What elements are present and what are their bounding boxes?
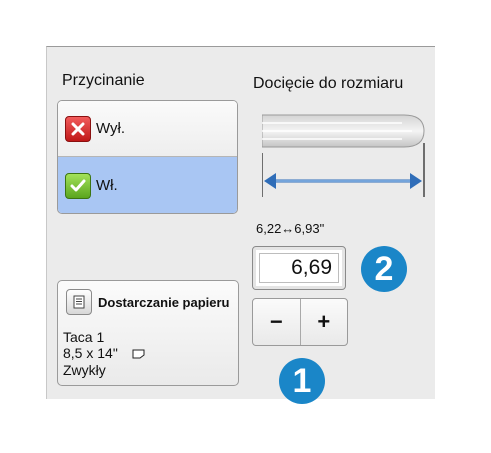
trimming-toggle-group: Wył. Wł.: [57, 100, 238, 214]
trim-to-size-title: Docięcie do rozmiaru: [253, 75, 404, 92]
sheet-orientation-icon: [132, 346, 145, 362]
trim-size-diagram: [262, 114, 425, 197]
paper-tray-icon: [66, 289, 92, 315]
paper-tray-label: Taca 1: [63, 329, 105, 345]
trim-value-stepper: − +: [252, 298, 348, 346]
paper-size-label: 8,5 x 14": [63, 345, 118, 361]
trimming-off-option[interactable]: Wył.: [58, 101, 237, 157]
callout-badge-2: 2: [361, 246, 407, 292]
paper-size-row: 8,5 x 14": [63, 345, 145, 362]
decrement-button[interactable]: −: [253, 299, 300, 345]
trim-value-box: [252, 246, 346, 290]
trimming-title: Przycinanie: [62, 72, 145, 89]
increment-button[interactable]: +: [299, 299, 348, 345]
paper-supply-button[interactable]: Dostarczanie papieru Taca 1 8,5 x 14" Zw…: [57, 280, 239, 386]
trimming-on-label: Wł.: [96, 177, 118, 194]
callout-badge-1: 1: [279, 358, 325, 404]
trimming-off-label: Wył.: [96, 120, 126, 137]
trimming-on-option[interactable]: Wł.: [58, 157, 237, 213]
paper-supply-title: Dostarczanie papieru: [98, 294, 230, 310]
trim-range-label: 6,22↔6,93": [256, 221, 325, 236]
cross-icon: [65, 115, 91, 142]
paper-type-label: Zwykły: [63, 362, 106, 378]
check-icon: [65, 172, 91, 199]
trim-value-input[interactable]: [259, 253, 339, 283]
